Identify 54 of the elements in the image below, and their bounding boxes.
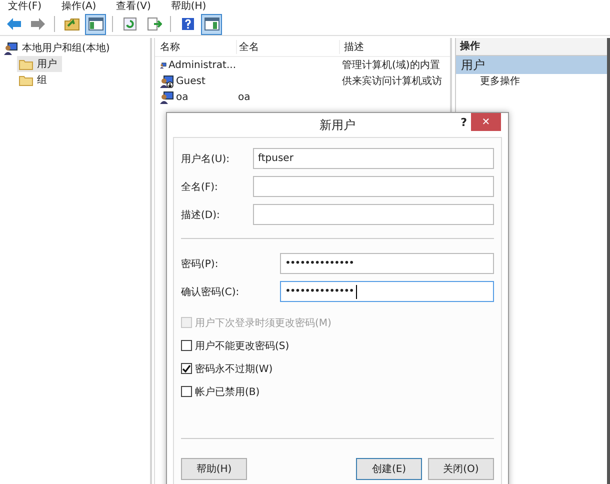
section-header[interactable]: 用户: [456, 56, 607, 74]
checkbox-label: 用户不能更改密码(S): [195, 340, 290, 352]
dialog-button[interactable]: 创建(E): [356, 458, 422, 480]
dialog-button[interactable]: 关闭(O): [428, 458, 494, 480]
field-label: 用户名(U):: [181, 152, 230, 166]
right-arrow-icon: [30, 17, 46, 31]
checkbox[interactable]: [181, 386, 192, 397]
field-label: 描述(D):: [181, 208, 220, 222]
tree-item[interactable]: 用户: [17, 56, 62, 72]
tree-item[interactable]: 组: [17, 72, 52, 88]
tool-button[interactable]: [201, 14, 222, 34]
window-pane-icon: [204, 17, 220, 31]
checkbox-label: 密码永不过期(W): [195, 362, 273, 376]
folder-icon: [64, 17, 80, 31]
checkbox-label: 用户下次登录时须更改密码(M): [195, 316, 332, 330]
folder-icon: [19, 74, 33, 86]
close-button[interactable]: ✕: [471, 113, 501, 131]
column-header[interactable]: 名称: [155, 40, 237, 54]
menu-item[interactable]: 文件(F): [8, 0, 42, 13]
column-header[interactable]: 全名: [237, 40, 340, 54]
field-label: 密码(P):: [181, 258, 218, 270]
field-label: 确认密码(C):: [181, 286, 240, 298]
menu-item[interactable]: 查看(V): [116, 0, 151, 13]
action-link[interactable]: 更多操作: [456, 74, 607, 90]
export-icon: [146, 17, 162, 31]
refresh-icon: [122, 17, 138, 31]
table-cell-text: 供来宾访问计算机或访: [342, 74, 442, 88]
table-cell: oa: [238, 92, 250, 102]
folder-icon: [19, 58, 33, 70]
tree-item[interactable]: 本地用户和组(本地): [22, 41, 110, 55]
password-field[interactable]: ••••••••••••••: [280, 281, 494, 302]
field-label: 全名(F):: [181, 180, 218, 194]
dialog-title: 新用户: [320, 116, 356, 134]
menu-item[interactable]: 帮助(H): [170, 0, 206, 13]
table-cell-text: 管理计算机(域)的内置: [342, 58, 440, 72]
checkbox[interactable]: [181, 340, 192, 351]
tool-button[interactable]: [85, 14, 106, 34]
pane-header: 操作: [456, 38, 607, 56]
password-field[interactable]: ••••••••••••••: [280, 253, 494, 274]
left-arrow-icon: [6, 17, 22, 31]
column-header[interactable]: 描述: [340, 40, 450, 54]
input-field[interactable]: ftpuser: [253, 148, 494, 169]
window-pane-icon: [88, 17, 104, 31]
checkbox[interactable]: [181, 363, 192, 374]
dialog-button[interactable]: 帮助(H): [181, 458, 247, 480]
help-icon: [180, 17, 194, 31]
input-field[interactable]: [253, 204, 494, 225]
menu-item[interactable]: 操作(A): [62, 0, 96, 13]
users-icon: [4, 42, 18, 54]
table-cell[interactable]: oa: [176, 92, 188, 102]
table-cell[interactable]: Administrat...: [168, 60, 236, 70]
checkbox-label: 帐户已禁用(B): [195, 386, 260, 398]
input-field[interactable]: [253, 176, 494, 197]
help-button[interactable]: ?: [460, 116, 467, 129]
